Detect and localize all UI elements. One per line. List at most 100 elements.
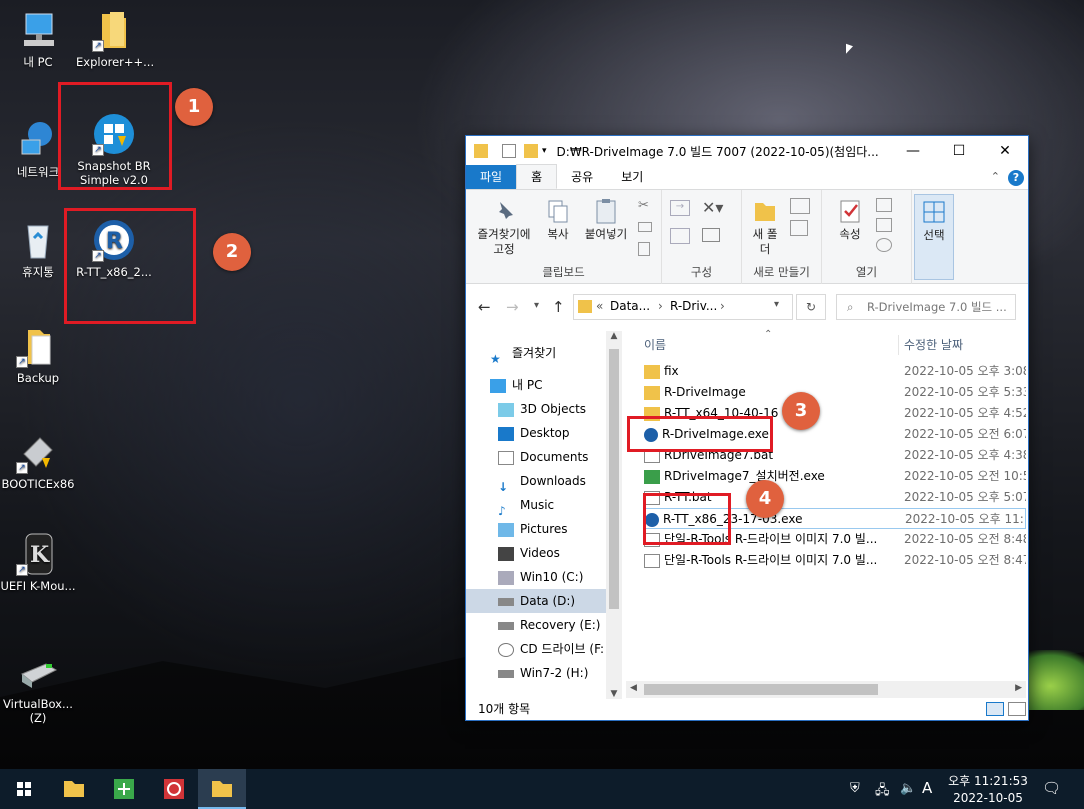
nav-item-drive-f[interactable]: CD 드라이브 (F:	[498, 637, 604, 661]
refresh-button[interactable]: ↻	[796, 294, 826, 320]
properties-quick-icon[interactable]	[502, 144, 516, 158]
taskbar-app-green[interactable]	[100, 769, 148, 809]
minimize-button[interactable]: —	[890, 136, 936, 166]
new-folder-quick-icon[interactable]	[524, 144, 538, 158]
move-to-icon[interactable]: →	[670, 200, 690, 216]
tray-clock[interactable]: 오후 11:21:53 2022-10-05	[948, 772, 1028, 805]
tab-home[interactable]: 홈	[516, 164, 558, 189]
scroll-left-icon[interactable]: ◀	[630, 683, 637, 693]
scroll-right-icon[interactable]: ▶	[1015, 683, 1022, 693]
rename-icon[interactable]	[702, 228, 720, 242]
breadcrumb-overflow-icon[interactable]: «	[596, 299, 603, 313]
breadcrumb-r-drive[interactable]: R-Driv...	[670, 299, 717, 313]
recent-locations-icon[interactable]: ▾	[534, 300, 539, 311]
start-button[interactable]	[0, 769, 48, 809]
copy-path-icon[interactable]	[638, 222, 652, 232]
breadcrumb-separator-icon[interactable]: ›	[658, 299, 663, 313]
quick-access-dropdown-icon[interactable]: ▾	[542, 146, 547, 156]
ribbon-collapse-icon[interactable]: ⌃	[991, 170, 1000, 183]
windows-logo-icon	[17, 782, 31, 796]
folder-icon	[644, 364, 660, 379]
nav-item-drive-c[interactable]: Win10 (C:)	[498, 565, 583, 589]
nav-item-pictures[interactable]: Pictures	[498, 517, 568, 541]
back-button[interactable]: ←	[478, 298, 491, 316]
easy-access-icon[interactable]	[790, 220, 808, 236]
nav-item-documents[interactable]: Documents	[498, 445, 588, 469]
paste-button[interactable]: 붙여넣기	[578, 198, 634, 242]
file-list-scrollbar[interactable]: ◀ ▶	[626, 681, 1026, 698]
explorer-window[interactable]: ▾ D:₩R-DriveImage 7.0 빌드 7007 (2022-10-0…	[465, 135, 1029, 721]
tray-network-icon[interactable]: 🖧	[875, 781, 890, 803]
nav-item-desktop[interactable]: Desktop	[498, 421, 570, 445]
tray-shield-icon[interactable]: ⛨	[850, 781, 860, 796]
paste-shortcut-icon[interactable]	[638, 242, 650, 256]
tab-share[interactable]: 공유	[557, 165, 607, 189]
nav-item-3d-objects[interactable]: 3D Objects	[498, 397, 586, 421]
desktop-icon-bootice[interactable]: ↗ BOOTICEx86	[0, 430, 76, 492]
sort-ascending-icon: ⌃	[764, 329, 773, 340]
nav-item-videos[interactable]: Videos	[498, 541, 560, 565]
folder-icon	[578, 300, 592, 313]
copy-button[interactable]: 복사	[538, 198, 578, 242]
help-icon[interactable]: ?	[1008, 170, 1024, 186]
scroll-thumb[interactable]	[609, 349, 619, 609]
nav-item-downloads[interactable]: ↓ Downloads	[498, 469, 586, 494]
desktop-icon-k-mouse[interactable]: K ↗ UEFI K-Mou...	[0, 532, 76, 594]
notification-center-icon[interactable]: 🗨	[1042, 779, 1061, 797]
desktop-icon-explorer-plus[interactable]: ↗ Explorer++...	[76, 8, 154, 70]
windows-drive-icon	[498, 570, 514, 585]
delete-icon[interactable]: ✕▾	[702, 198, 723, 217]
new-folder-button[interactable]: 새 폴더	[752, 198, 778, 257]
breadcrumb-separator-icon[interactable]: ›	[720, 299, 725, 313]
up-button[interactable]: ↑	[552, 298, 565, 316]
nav-item-drive-h[interactable]: Win7-2 (H:)	[498, 661, 588, 685]
taskbar-file-explorer[interactable]	[50, 769, 98, 809]
copy-to-icon[interactable]	[670, 228, 690, 244]
file-row[interactable]: fix 2022-10-05 오후 3:08	[644, 361, 1026, 382]
nav-item-this-pc[interactable]: 내 PC	[490, 373, 542, 397]
scroll-up-icon[interactable]: ▲	[606, 331, 622, 341]
column-date[interactable]: 수정한 날짜	[904, 331, 963, 359]
taskbar-explorer-active[interactable]	[198, 769, 246, 809]
nav-scrollbar[interactable]: ▲ ▼	[606, 331, 622, 699]
open-icon[interactable]	[876, 198, 892, 212]
file-row[interactable]: 단일-R-Tools R-드라이브 이미지 7.0 빌... 2022-10-05…	[644, 550, 1026, 571]
desktop-icon-virtualbox[interactable]: VirtualBox... (Z)	[0, 650, 76, 726]
desktop-icon-my-pc[interactable]: 내 PC	[0, 8, 76, 70]
nav-item-quick-access[interactable]: ★ 즐겨찾기	[490, 341, 556, 366]
desktop-icon-backup[interactable]: ↗ Backup	[0, 324, 76, 386]
column-name[interactable]: 이름	[644, 331, 666, 359]
nav-item-drive-d[interactable]: Data (D:)	[466, 589, 606, 613]
file-row[interactable]: RDriveImage7_설치버전.exe 2022-10-05 오전 10:5(	[644, 466, 1026, 487]
tray-volume-icon[interactable]: 🔈	[900, 781, 916, 796]
cut-icon[interactable]: ✂	[638, 198, 649, 213]
history-icon[interactable]	[876, 238, 892, 252]
clock-time: 오후 11:21:53	[948, 774, 1028, 788]
nav-item-music[interactable]: ♪ Music	[498, 493, 554, 518]
pin-to-quick-access-button[interactable]: 즐겨찾기에 고정	[472, 198, 536, 257]
window-title: D:₩R-DriveImage 7.0 빌드 7007 (2022-10-05)…	[556, 144, 879, 159]
large-icons-view-icon[interactable]	[1008, 702, 1026, 716]
file-row[interactable]: R-DriveImage 2022-10-05 오후 5:33	[644, 382, 1026, 403]
scroll-thumb[interactable]	[644, 684, 878, 695]
address-dropdown-icon[interactable]: ▾	[774, 299, 779, 310]
address-bar[interactable]: « Data... › R-Driv... ›	[573, 294, 793, 320]
details-view-icon[interactable]	[986, 702, 1004, 716]
edit-icon[interactable]	[876, 218, 892, 232]
taskbar-app-power[interactable]	[150, 769, 198, 809]
tab-file[interactable]: 파일	[466, 165, 517, 189]
title-bar[interactable]: ▾ D:₩R-DriveImage 7.0 빌드 7007 (2022-10-0…	[466, 136, 1028, 166]
tab-view[interactable]: 보기	[607, 165, 657, 189]
download-icon: ↓	[498, 479, 509, 494]
select-button[interactable]: 선택	[914, 194, 954, 280]
properties-button[interactable]: 속성	[832, 198, 868, 242]
nav-item-drive-e[interactable]: Recovery (E:)	[498, 613, 600, 637]
forward-button[interactable]: →	[506, 298, 519, 316]
breadcrumb-data[interactable]: Data...	[610, 299, 650, 313]
close-button[interactable]: ✕	[982, 136, 1028, 166]
tray-ime-indicator[interactable]: A	[922, 779, 932, 797]
search-input[interactable]: ⌕ R-DriveImage 7.0 빌드 ...	[836, 294, 1016, 320]
new-item-icon[interactable]	[790, 198, 810, 214]
organize-group: → ✕▾ 구성	[662, 190, 742, 284]
maximize-button[interactable]: ☐	[936, 136, 982, 166]
